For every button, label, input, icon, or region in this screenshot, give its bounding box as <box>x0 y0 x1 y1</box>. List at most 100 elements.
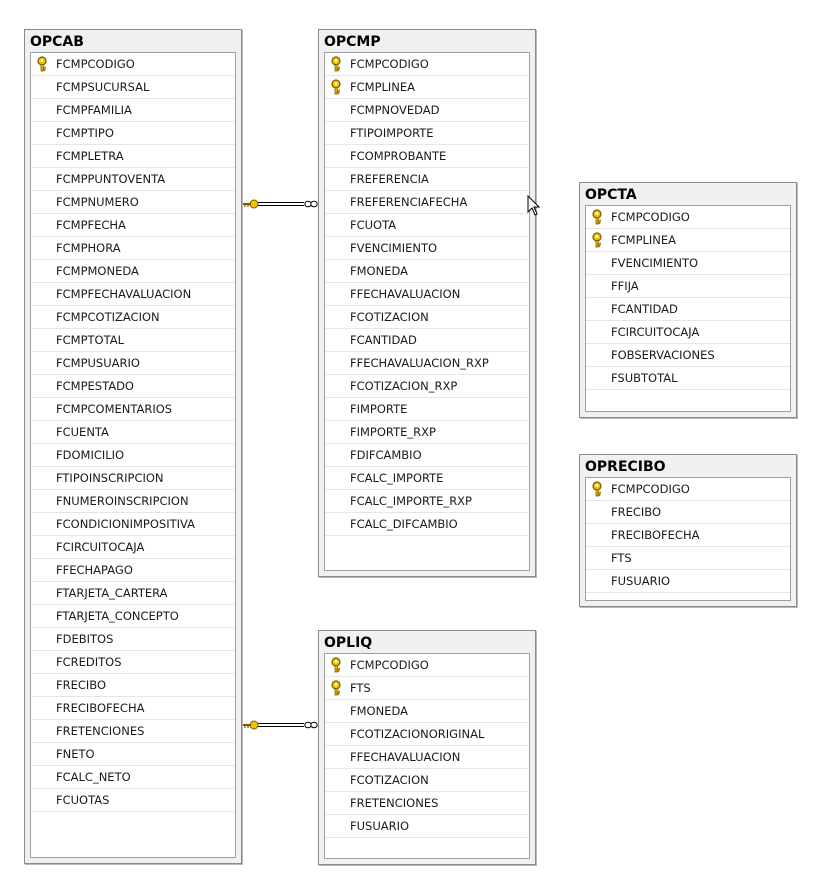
column-row[interactable]: FCMPPUNTOVENTA <box>31 168 235 191</box>
column-row[interactable]: FCMPCODIGO <box>586 206 790 229</box>
column-name: FFECHAVALUACION <box>350 750 461 764</box>
table-oprecibo[interactable]: OPRECIBO FCMPCODIGO FRECIBO FRECIBOFECHA FT… <box>579 454 797 607</box>
column-row[interactable]: FRECIBOFECHA <box>31 697 235 720</box>
relationship-infinity-end-icon <box>304 721 318 729</box>
column-row[interactable]: FFIJA <box>586 275 790 298</box>
column-row[interactable]: FNETO <box>31 743 235 766</box>
column-row[interactable]: FDOMICILIO <box>31 444 235 467</box>
column-name: FUSUARIO <box>350 819 410 833</box>
column-row[interactable]: FVENCIMIENTO <box>586 252 790 275</box>
column-row[interactable]: FCMPTOTAL <box>31 329 235 352</box>
column-row[interactable]: FCMPCOTIZACION <box>31 306 235 329</box>
primary-key-icon <box>329 56 343 72</box>
column-row[interactable]: FCMPTIPO <box>31 122 235 145</box>
column-row[interactable]: FCANTIDAD <box>325 329 529 352</box>
column-name: FCMPCODIGO <box>350 658 429 672</box>
table-title[interactable]: OPCMP <box>324 33 381 51</box>
column-row[interactable]: FCMPCODIGO <box>31 53 235 76</box>
column-row[interactable]: FRECIBOFECHA <box>586 524 790 547</box>
column-row[interactable]: FTIPOINSCRIPCION <box>31 467 235 490</box>
column-row[interactable]: FCIRCUITOCAJA <box>31 536 235 559</box>
column-name: FRETENCIONES <box>56 724 145 738</box>
column-row[interactable]: FCMPHORA <box>31 237 235 260</box>
column-row[interactable]: FCMPLINEA <box>325 76 529 99</box>
table-opcmp[interactable]: OPCMP FCMPCODIGO FCMPLINEA FCMPNOVEDAD FTIP… <box>318 29 536 577</box>
column-row[interactable]: FFECHAVALUACION <box>325 746 529 769</box>
column-row[interactable]: FCMPSUCURSAL <box>31 76 235 99</box>
column-row[interactable]: FCMPFAMILIA <box>31 99 235 122</box>
table-opliq[interactable]: OPLIQ FCMPCODIGO FTS FMONEDA FCOTIZACIONORI… <box>318 630 536 865</box>
column-row[interactable]: FREFERENCIAFECHA <box>325 191 529 214</box>
table-opcab[interactable]: OPCAB FCMPCODIGO FCMPSUCURSAL FCMPFAMILIA F… <box>24 29 242 864</box>
column-name: FCMPCODIGO <box>611 482 690 496</box>
column-row[interactable]: FCMPNOVEDAD <box>325 99 529 122</box>
column-row[interactable]: FCALC_IMPORTE <box>325 467 529 490</box>
column-row[interactable]: FCMPFECHA <box>31 214 235 237</box>
column-row[interactable]: FTARJETA_CONCEPTO <box>31 605 235 628</box>
column-row[interactable]: FCANTIDAD <box>586 298 790 321</box>
table-title[interactable]: OPCAB <box>30 33 84 51</box>
column-row[interactable]: FCMPUSUARIO <box>31 352 235 375</box>
column-row[interactable]: FCMPLETRA <box>31 145 235 168</box>
table-title[interactable]: OPRECIBO <box>585 458 666 476</box>
column-row[interactable]: FCREDITOS <box>31 651 235 674</box>
column-row[interactable]: FCOMPROBANTE <box>325 145 529 168</box>
column-name: FFECHAPAGO <box>56 563 133 577</box>
column-row[interactable]: FRETENCIONES <box>31 720 235 743</box>
column-row[interactable]: FDEBITOS <box>31 628 235 651</box>
column-row[interactable]: FTS <box>586 547 790 570</box>
column-row[interactable]: FCUENTA <box>31 421 235 444</box>
column-name: FUSUARIO <box>611 574 671 588</box>
column-name: FCMPNOVEDAD <box>350 103 440 117</box>
column-row[interactable]: FMONEDA <box>325 260 529 283</box>
table-opcta[interactable]: OPCTA FCMPCODIGO FCMPLINEA FVENCIMIENTO FFI… <box>579 182 797 418</box>
mouse-pointer-icon <box>527 195 541 216</box>
column-row[interactable]: FCOTIZACION_RXP <box>325 375 529 398</box>
column-row[interactable]: FVENCIMIENTO <box>325 237 529 260</box>
column-row[interactable]: FCALC_DIFCAMBIO <box>325 513 529 536</box>
table-title[interactable]: OPCTA <box>585 186 637 204</box>
column-row[interactable]: FDIFCAMBIO <box>325 444 529 467</box>
column-row[interactable]: FCALC_NETO <box>31 766 235 789</box>
column-row[interactable]: FTARJETA_CARTERA <box>31 582 235 605</box>
column-row[interactable]: FUSUARIO <box>586 570 790 593</box>
column-row[interactable]: FCOTIZACION <box>325 306 529 329</box>
column-row[interactable]: FCMPLINEA <box>586 229 790 252</box>
column-row[interactable]: FIMPORTE <box>325 398 529 421</box>
column-row[interactable]: FFECHAVALUACION <box>325 283 529 306</box>
column-row[interactable]: FIMPORTE_RXP <box>325 421 529 444</box>
column-row[interactable]: FCMPFECHAVALUACION <box>31 283 235 306</box>
column-row[interactable]: FCMPCODIGO <box>586 478 790 501</box>
column-row[interactable]: FTIPOIMPORTE <box>325 122 529 145</box>
column-row[interactable]: FTS <box>325 677 529 700</box>
column-row[interactable]: FCMPCOMENTARIOS <box>31 398 235 421</box>
column-row[interactable]: FCMPCODIGO <box>325 53 529 76</box>
column-row[interactable]: FFECHAVALUACION_RXP <box>325 352 529 375</box>
column-name: FREFERENCIAFECHA <box>350 195 468 209</box>
column-name: FMONEDA <box>350 704 408 718</box>
column-row[interactable]: FNUMEROINSCRIPCION <box>31 490 235 513</box>
column-row[interactable]: FCALC_IMPORTE_RXP <box>325 490 529 513</box>
column-row[interactable]: FCMPMONEDA <box>31 260 235 283</box>
column-row[interactable]: FRETENCIONES <box>325 792 529 815</box>
column-row[interactable]: FUSUARIO <box>325 815 529 838</box>
column-row[interactable]: FCOTIZACION <box>325 769 529 792</box>
column-row[interactable]: FSUBTOTAL <box>586 367 790 390</box>
column-row[interactable]: FCUOTAS <box>31 789 235 812</box>
column-row[interactable]: FCUOTA <box>325 214 529 237</box>
column-row[interactable]: FCMPNUMERO <box>31 191 235 214</box>
column-name: FCONDICIONIMPOSITIVA <box>56 517 196 531</box>
table-title[interactable]: OPLIQ <box>324 634 372 652</box>
column-name: FRECIBO <box>56 678 107 692</box>
column-row[interactable]: FFECHAPAGO <box>31 559 235 582</box>
column-row[interactable]: FRECIBO <box>31 674 235 697</box>
column-row[interactable]: FCMPCODIGO <box>325 654 529 677</box>
column-row[interactable]: FMONEDA <box>325 700 529 723</box>
column-row[interactable]: FCONDICIONIMPOSITIVA <box>31 513 235 536</box>
column-row[interactable]: FCIRCUITOCAJA <box>586 321 790 344</box>
column-row[interactable]: FRECIBO <box>586 501 790 524</box>
column-row[interactable]: FREFERENCIA <box>325 168 529 191</box>
column-row[interactable]: FCOTIZACIONORIGINAL <box>325 723 529 746</box>
column-row[interactable]: FOBSERVACIONES <box>586 344 790 367</box>
column-row[interactable]: FCMPESTADO <box>31 375 235 398</box>
